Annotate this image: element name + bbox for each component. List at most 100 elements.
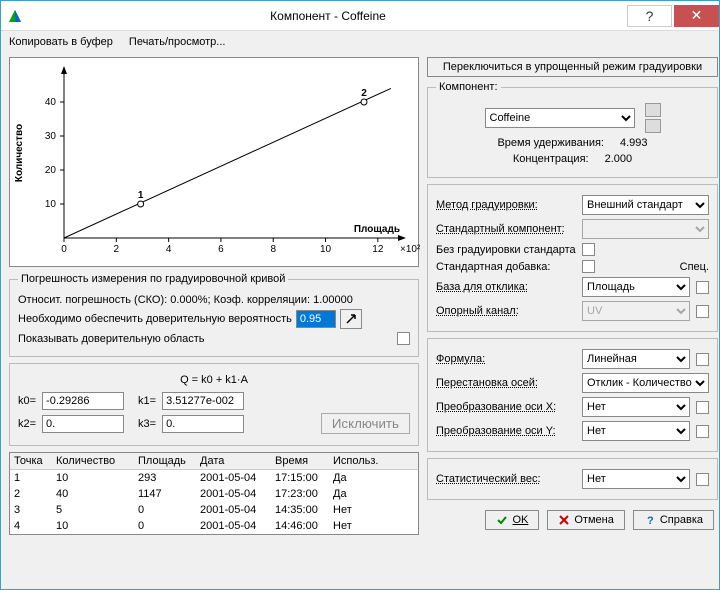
cancel-button[interactable]: Отмена [547, 510, 624, 530]
app-icon [7, 8, 23, 24]
menu-print[interactable]: Печать/просмотр... [129, 36, 226, 48]
close-button[interactable]: ✕ [674, 5, 719, 27]
no-std-label: Без градуировки стандарта [436, 244, 576, 256]
table-cell: 5 [52, 502, 134, 518]
error-legend: Погрешность измерения по градуировочной … [18, 273, 288, 285]
points-table: ТочкаКоличествоПлощадьДатаВремяИспольз. … [9, 452, 419, 535]
table-header-cell[interactable]: Время [271, 453, 329, 469]
component-stepper[interactable] [645, 103, 661, 133]
menu-copy[interactable]: Копировать в буфер [9, 36, 113, 48]
svg-text:12: 12 [372, 244, 384, 255]
k3-input[interactable] [162, 415, 244, 433]
std-comp-select[interactable] [582, 219, 709, 239]
titlebar: Компонент - Coffeine ? ✕ [1, 1, 719, 31]
table-cell: 2001-05-04 [196, 470, 271, 486]
svg-text:6: 6 [218, 244, 224, 255]
ref-spec-checkbox[interactable] [696, 305, 709, 318]
table-cell: 14:35:00 [271, 502, 329, 518]
svg-text:10: 10 [320, 244, 332, 255]
k3-label: k3= [138, 418, 156, 430]
help-button-footer[interactable]: ?Справка [633, 510, 714, 530]
method-group: Метод градуировки: Внешний стандарт Стан… [427, 184, 718, 332]
svg-text:2: 2 [361, 88, 367, 99]
ty-select[interactable]: Нет [582, 421, 690, 441]
table-cell: 3 [10, 502, 52, 518]
switch-mode-button[interactable]: Переключиться в упрощенный режим градуир… [427, 57, 718, 77]
ret-time-value: 4.993 [620, 137, 648, 149]
base-spec-checkbox[interactable] [696, 281, 709, 294]
svg-text:?: ? [647, 515, 654, 526]
table-row[interactable]: 3502001-05-0414:35:00Нет [10, 502, 418, 518]
k1-input[interactable] [162, 392, 244, 410]
weight-select[interactable]: Нет [582, 469, 690, 489]
tx-spec-checkbox[interactable] [696, 401, 709, 414]
svg-text:30: 30 [45, 131, 57, 142]
base-select[interactable]: Площадь [582, 277, 690, 297]
help-button[interactable]: ? [627, 5, 672, 27]
table-cell: 10 [52, 518, 134, 534]
svg-text:10: 10 [45, 199, 57, 210]
show-conf-checkbox[interactable] [397, 332, 410, 345]
table-row[interactable]: 41002001-05-0414:46:00Нет [10, 518, 418, 534]
tx-select[interactable]: Нет [582, 397, 690, 417]
conc-value: 2.000 [605, 153, 633, 165]
ref-ch-label: Опорный канал: [436, 305, 576, 317]
table-row[interactable]: 24011472001-05-0417:23:00Да [10, 486, 418, 502]
formula-spec-checkbox[interactable] [696, 353, 709, 366]
check-icon [496, 514, 508, 526]
show-conf-label: Показывать доверительную область [18, 333, 393, 345]
std-add-checkbox[interactable] [582, 260, 595, 273]
conc-label: Концентрация: [513, 153, 589, 165]
table-header-cell[interactable]: Точка [10, 453, 52, 469]
table-cell: 2 [10, 486, 52, 502]
exclude-button[interactable]: Исключить [321, 413, 410, 434]
x-icon [558, 514, 570, 526]
component-legend: Компонент: [436, 81, 501, 93]
equation-group: Q = k0 + k1·A k0= k1= k2= k3= Исключить [9, 363, 419, 446]
k0-label: k0= [18, 395, 36, 407]
svg-text:20: 20 [45, 165, 57, 176]
table-cell: 0 [134, 518, 196, 534]
std-comp-label: Стандартный компонент: [436, 223, 576, 235]
spec-label: Спец. [680, 261, 709, 273]
ret-time-label: Время удерживания: [497, 137, 604, 149]
k2-input[interactable] [42, 415, 124, 433]
ok-button[interactable]: OK [485, 510, 539, 530]
svg-text:Площадь: Площадь [354, 224, 400, 235]
table-header-cell[interactable]: Количество [52, 453, 134, 469]
confidence-input[interactable] [296, 310, 336, 328]
footer-buttons: OK Отмена ?Справка [427, 510, 718, 530]
table-header-cell[interactable]: Площадь [134, 453, 196, 469]
table-cell: 1147 [134, 486, 196, 502]
svg-text:1: 1 [138, 190, 144, 201]
method-select[interactable]: Внешний стандарт [582, 195, 709, 215]
svg-text:4: 4 [166, 244, 172, 255]
svg-text:8: 8 [270, 244, 276, 255]
formula-select[interactable]: Линейная [582, 349, 690, 369]
ty-spec-checkbox[interactable] [696, 425, 709, 438]
weight-label: Статистический вес: [436, 473, 576, 485]
conf-label: Необходимо обеспечить доверительную веро… [18, 313, 292, 325]
formula-label: Формула: [436, 353, 576, 365]
ty-label: Преобразование оси Y: [436, 425, 576, 437]
help-icon: ? [644, 514, 656, 526]
k0-input[interactable] [42, 392, 124, 410]
weight-group: Статистический вес: Нет [427, 458, 718, 500]
table-header-cell[interactable]: Использ. [329, 453, 389, 469]
table-cell: 0 [134, 502, 196, 518]
k2-label: k2= [18, 418, 36, 430]
weight-spec-checkbox[interactable] [696, 473, 709, 486]
calibration-chart: 02468101210203040ПлощадьКоличество×10²12 [9, 57, 419, 267]
error-line1: Относит. погрешность (СКО): 0.000%; Коэф… [18, 294, 353, 306]
table-header-cell[interactable]: Дата [196, 453, 271, 469]
std-add-label: Стандартная добавка: [436, 261, 576, 273]
table-row[interactable]: 1102932001-05-0417:15:00Да [10, 470, 418, 486]
no-std-checkbox[interactable] [582, 243, 595, 256]
axes-select[interactable]: Отклик - Количество [582, 373, 709, 393]
svg-text:×10²: ×10² [400, 244, 420, 255]
base-label: База для отклика: [436, 281, 576, 293]
arrow-icon[interactable] [340, 309, 362, 329]
table-cell: 17:23:00 [271, 486, 329, 502]
ref-ch-select[interactable]: UV [582, 301, 690, 321]
component-select[interactable]: Coffeine [485, 108, 635, 128]
